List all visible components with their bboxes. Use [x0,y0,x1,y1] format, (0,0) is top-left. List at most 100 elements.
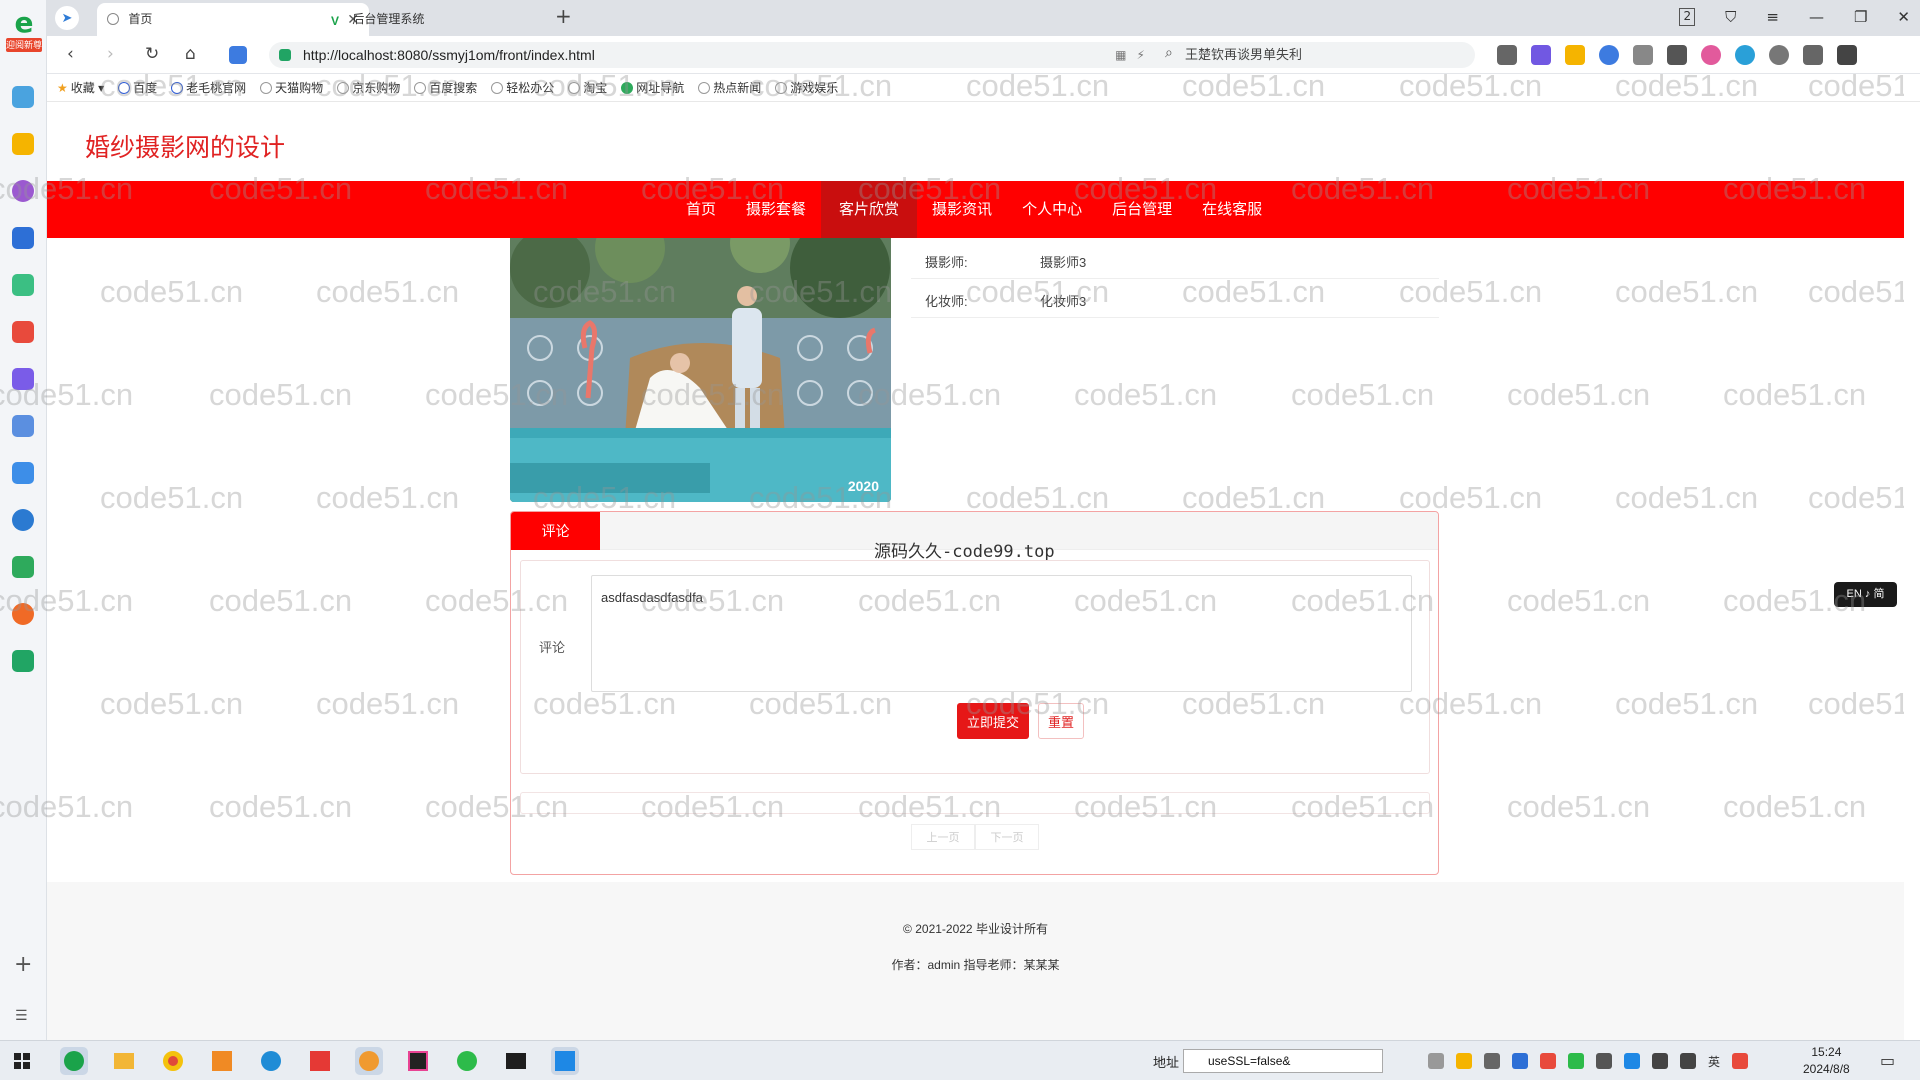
minimize-icon[interactable]: — [1809,8,1824,26]
window-controls: 2 ⛉ ≡ — ❐ ✕ [1679,8,1910,26]
bookmark-item[interactable]: 百度搜索 [414,79,477,96]
sidebar-weibo-icon[interactable] [12,603,34,625]
language-switch[interactable]: EN ♪ 简 [1834,582,1897,607]
taskbar-terminal-icon[interactable] [502,1047,530,1075]
nav-item-packages[interactable]: 摄影套餐 [731,181,821,238]
taskbar-clock[interactable]: 15:24 2024/8/8 [1803,1044,1850,1078]
tab-nav-icon[interactable]: ➤ [55,6,79,30]
close-window-icon[interactable]: ✕ [1897,8,1910,26]
taskbar: 地址 useSSL=false& 英 15:24 2024/8/8 ▭ [0,1040,1920,1080]
submit-button[interactable]: 立即提交 [957,703,1029,739]
bookmark-item[interactable]: 网址导航 [621,79,684,96]
sidebar-mail-icon[interactable] [12,650,34,672]
sidebar-menu-icon[interactable]: ☰ [15,1008,28,1024]
home-icon[interactable]: ⌂ [185,44,196,64]
nav-item-home[interactable]: 首页 [671,181,731,238]
find-icon[interactable] [1599,45,1619,65]
tray-app-icon[interactable] [1596,1053,1612,1069]
brightness-icon[interactable] [1769,45,1789,65]
extensions-icon[interactable] [1633,45,1653,65]
sidebar-favorites-icon[interactable] [12,133,34,155]
tab-count-icon[interactable]: 2 [1679,8,1696,26]
forward-icon[interactable]: › [107,44,114,64]
back-icon[interactable]: ‹ [67,44,74,64]
maximize-icon[interactable]: ❐ [1854,8,1867,26]
search-text[interactable]: 王楚钦再谈男单失利 [1185,42,1302,68]
translate-icon[interactable] [1531,45,1551,65]
sidebar-translate-icon[interactable] [12,509,34,531]
taskbar-editor-icon[interactable] [551,1047,579,1075]
bookmark-item[interactable]: 老毛桃官网 [171,79,246,96]
nav-item-news[interactable]: 摄影资讯 [917,181,1007,238]
taskbar-edge-icon[interactable] [257,1047,285,1075]
taskbar-intellij-icon[interactable] [404,1047,432,1075]
url-text[interactable]: http://localhost:8080/ssmyj1om/front/ind… [303,42,595,68]
nav-item-profile[interactable]: 个人中心 [1007,181,1097,238]
sidebar-image-icon[interactable] [12,274,34,296]
new-tab-icon[interactable]: + [555,4,572,28]
sidebar-video-icon[interactable] [12,368,34,390]
tray-app-icon[interactable] [1540,1053,1556,1069]
ime-indicator[interactable]: 英 [1708,1053,1720,1069]
bookmark-item[interactable]: 百度 [118,79,157,96]
tray-wechat-icon[interactable] [1568,1053,1584,1069]
tray-app-icon[interactable] [1456,1053,1472,1069]
bookmark-item[interactable]: 京东购物 [337,79,400,96]
bookmark-item[interactable]: 轻松办公 [491,79,554,96]
shield-icon[interactable] [1565,45,1585,65]
taskbar-sublime-icon[interactable] [208,1047,236,1075]
volume-icon[interactable] [1680,1053,1696,1069]
bookmark-item[interactable]: 淘宝 [568,79,607,96]
undo-icon[interactable] [1803,45,1823,65]
bookmark-item[interactable]: 游戏娱乐 [775,79,838,96]
bookmark-favorites[interactable]: ★ 收藏 ▾ [57,79,104,96]
main-menu-icon[interactable] [1837,45,1857,65]
sync-icon[interactable] [1735,45,1755,65]
skin-icon[interactable]: ⛉ [1725,8,1736,26]
taskbar-browser-icon[interactable] [60,1047,88,1075]
bookmark-item[interactable]: 热点新闻 [698,79,761,96]
menu-icon[interactable]: ≡ [1766,8,1779,26]
prev-page-button[interactable]: 上一页 [911,824,975,850]
nav-item-admin[interactable]: 后台管理 [1097,181,1187,238]
taskbar-wechat-icon[interactable] [453,1047,481,1075]
ai-assistant-icon[interactable] [229,46,247,64]
windows-start-icon[interactable] [14,1053,30,1069]
notification-icon[interactable]: ▭ [1880,1051,1895,1070]
sidebar-ai-writer-icon[interactable] [12,227,34,249]
taskbar-explorer-icon[interactable] [110,1047,138,1075]
tray-sogou-icon[interactable] [1732,1053,1749,1069]
nav-item-service[interactable]: 在线客服 [1187,181,1277,238]
color-icon[interactable] [1701,45,1721,65]
taskbar-wps-icon[interactable] [306,1047,334,1075]
nav-item-gallery[interactable]: 客片欣赏 [821,181,918,238]
taskbar-navicat-icon[interactable] [355,1047,383,1075]
site-title[interactable]: 婚纱摄影网的设计 [85,128,285,164]
wifi-icon[interactable] [1652,1053,1668,1069]
taskbar-chrome-icon[interactable] [159,1047,187,1075]
sidebar-pdf-icon[interactable] [12,321,34,343]
tray-up-icon[interactable] [1428,1053,1444,1069]
tab-admin[interactable]: V 后台管理系统 [321,3,547,36]
tray-app-icon[interactable] [1484,1053,1500,1069]
sidebar-add-icon[interactable]: + [14,952,32,977]
bookmark-item[interactable]: 天猫购物 [260,79,323,96]
reload-icon[interactable]: ↻ [145,44,159,64]
comment-textarea[interactable]: asdfasdasdfasdfa [591,575,1412,692]
reset-button[interactable]: 重置 [1038,703,1084,739]
tray-app-icon[interactable] [1512,1053,1528,1069]
next-page-button[interactable]: 下一页 [975,824,1039,850]
apps-grid-icon[interactable] [1667,45,1687,65]
url-bar[interactable]: http://localhost:8080/ssmyj1om/front/ind… [269,42,1187,68]
tab-comment[interactable]: 评论 [511,512,600,550]
browser-logo-icon[interactable]: e 迎阅新尊 [6,8,42,58]
sidebar-ai-icon[interactable] [12,180,34,202]
sidebar-doc-icon[interactable] [12,462,34,484]
taskbar-address-input[interactable]: useSSL=false& [1183,1049,1383,1073]
sidebar-game-icon[interactable] [12,556,34,578]
sidebar-notes-icon[interactable] [12,415,34,437]
screenshot-icon[interactable] [1497,45,1517,65]
search-input[interactable]: ⌕ 王楚钦再谈男单失利 [1155,42,1475,68]
tray-app-icon[interactable] [1624,1053,1640,1069]
sidebar-add-app-icon[interactable] [12,86,34,108]
